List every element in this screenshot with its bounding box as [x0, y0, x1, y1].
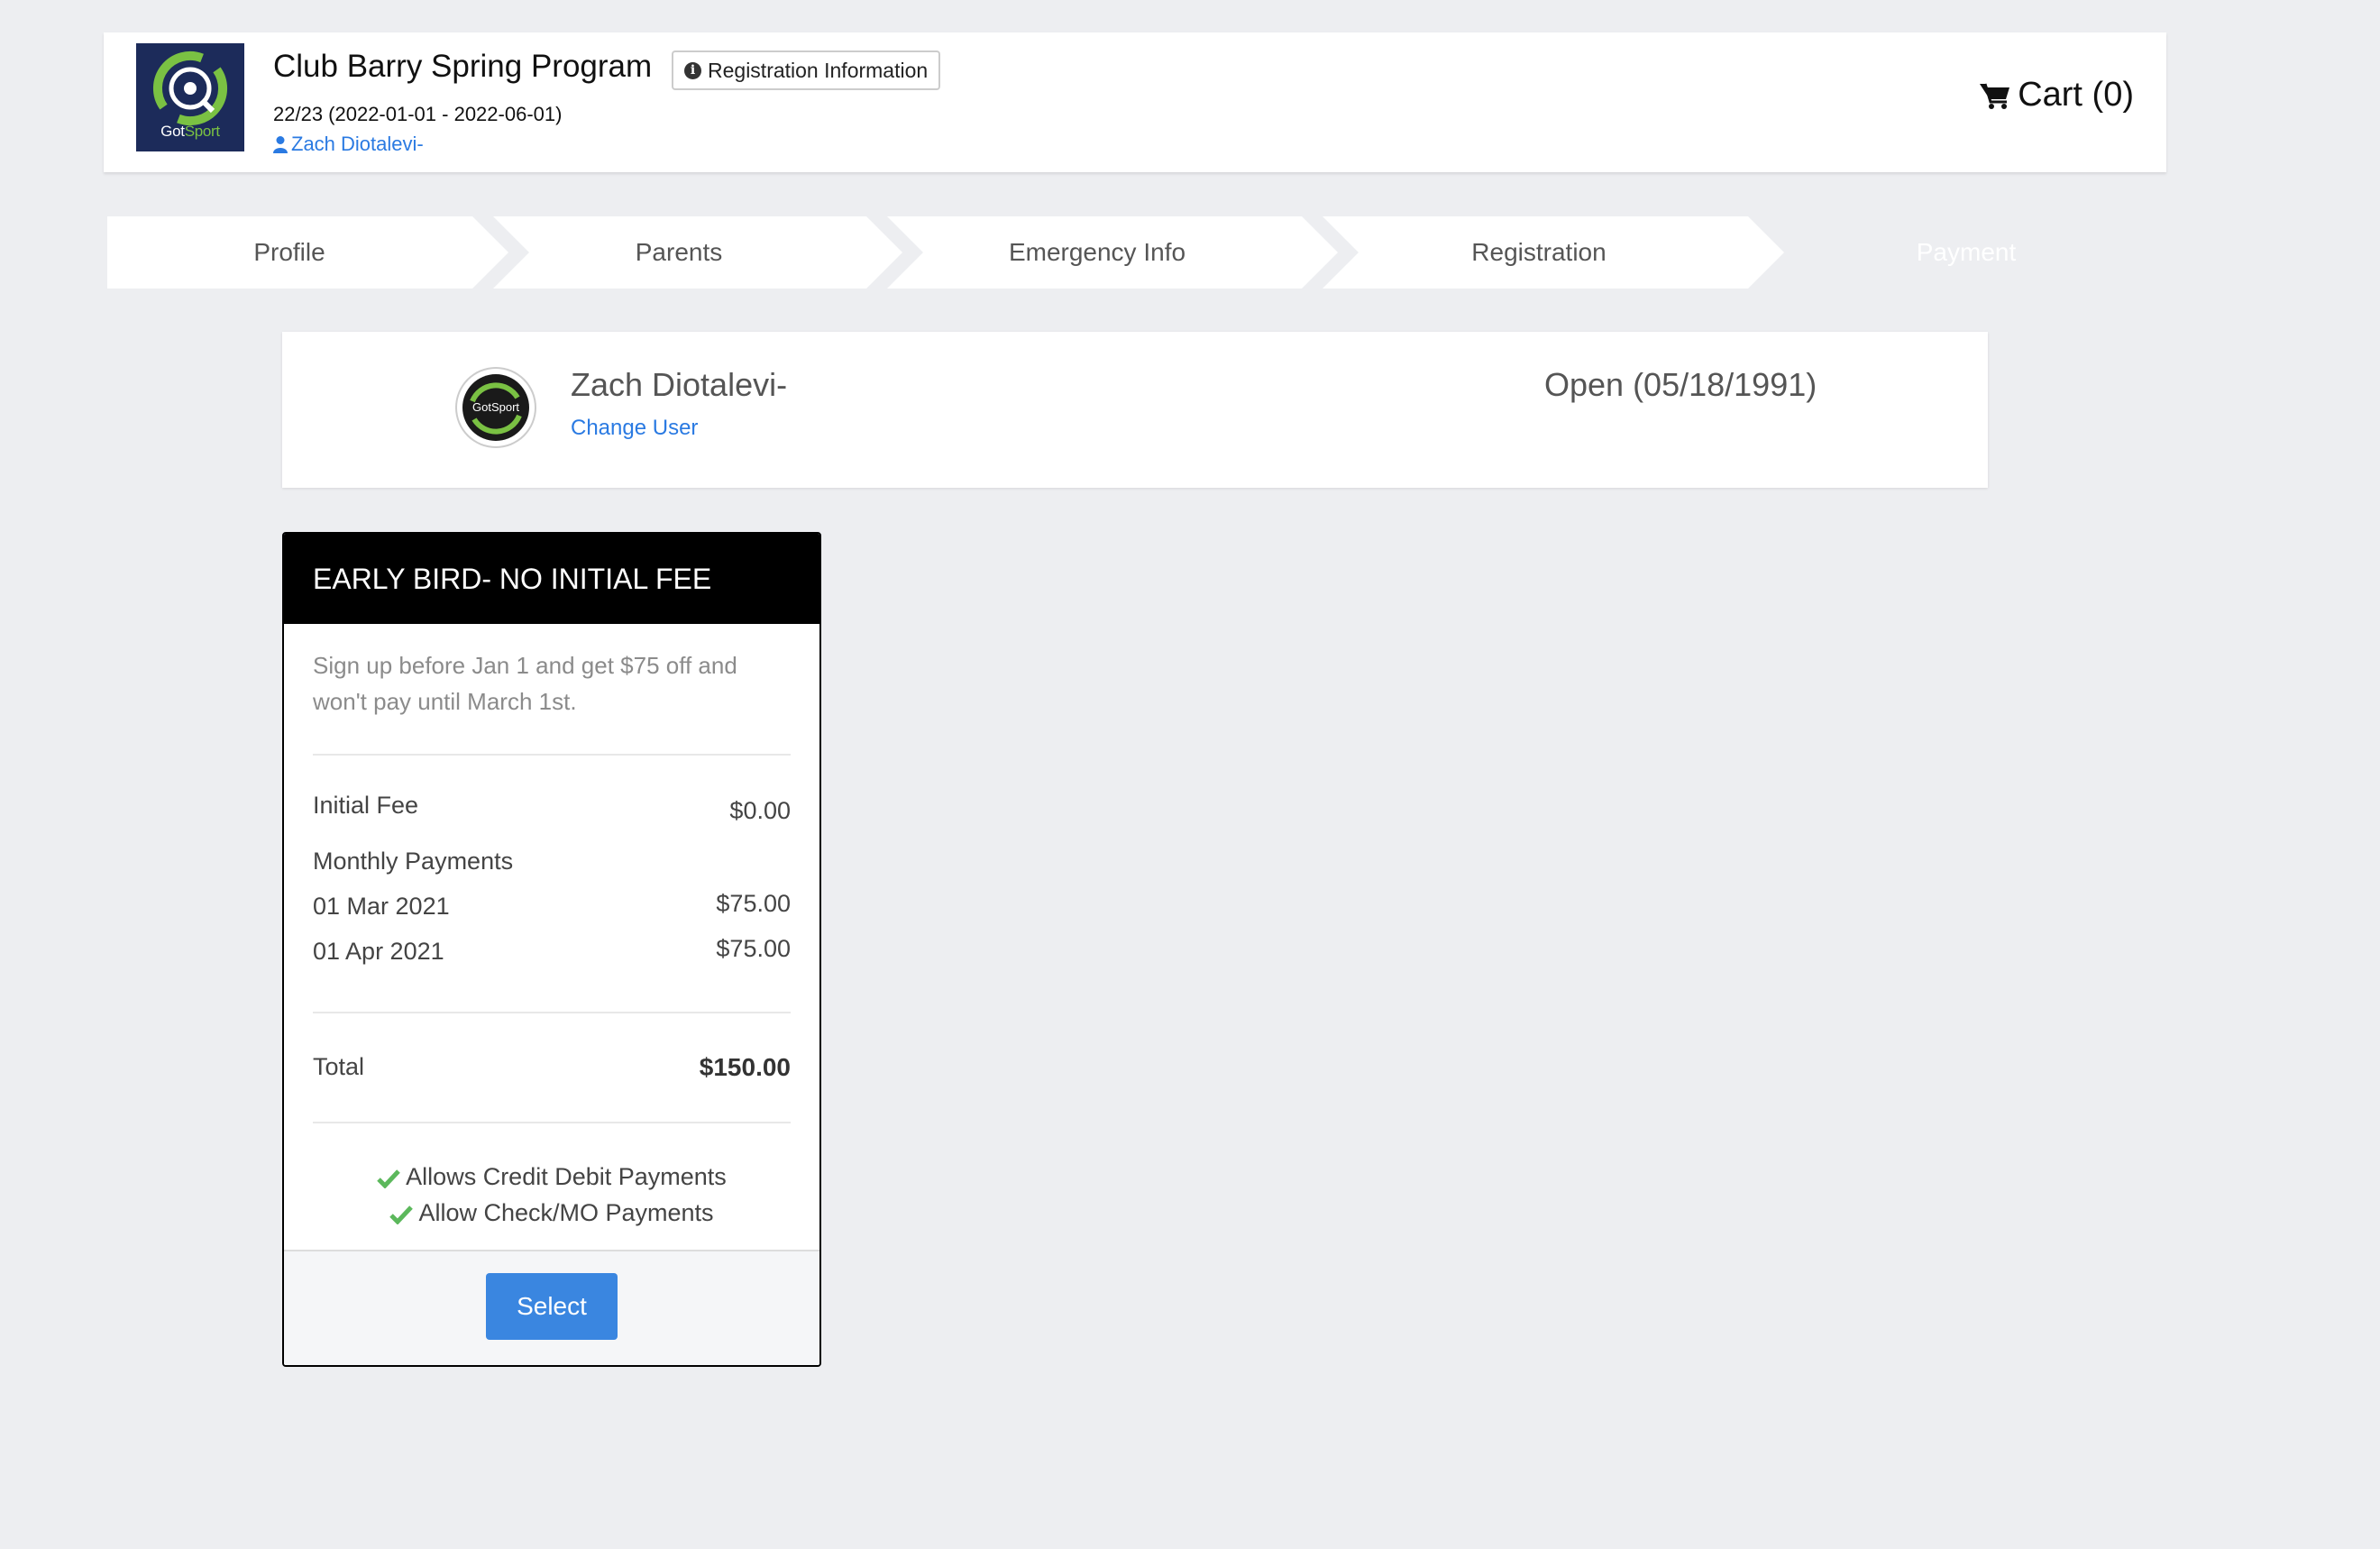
- logo-wordmark: GotSport: [160, 123, 220, 140]
- info-icon: i: [684, 61, 701, 79]
- plan-title: EARLY BIRD- NO INITIAL FEE: [284, 534, 819, 624]
- program-title: Club Barry Spring Program: [273, 49, 653, 84]
- initial-fee-value: $0.00: [729, 797, 791, 824]
- gotsport-logo: GotSport: [136, 43, 244, 151]
- step-parents[interactable]: Parents: [636, 216, 723, 289]
- divider: [313, 754, 791, 756]
- payment-amount: $75.00: [716, 935, 791, 962]
- payment-amount: $75.00: [716, 890, 791, 917]
- gotsport-avatar-icon: GotSport: [462, 374, 529, 441]
- step-registration[interactable]: Registration: [1471, 216, 1606, 289]
- step-profile[interactable]: Profile: [253, 216, 325, 289]
- shopping-cart-icon: [1980, 83, 2010, 109]
- payment-date: 01 Mar 2021: [313, 893, 450, 920]
- step-payment[interactable]: Payment: [1917, 216, 2017, 289]
- season-dates: 22/23 (2022-01-01 - 2022-06-01): [273, 103, 563, 125]
- payment-option-check: Allow Check/MO Payments: [284, 1199, 819, 1227]
- step-emergency-info[interactable]: Emergency Info: [1009, 216, 1185, 289]
- total-value: $150.00: [699, 1053, 791, 1081]
- initial-fee-label: Initial Fee: [313, 792, 419, 819]
- payment-date: 01 Apr 2021: [313, 938, 444, 965]
- checkmark-icon: [377, 1169, 400, 1189]
- avatar-text: GotSport: [472, 400, 519, 414]
- selected-user-card: GotSport Zach Diotalevi- Change User Ope…: [282, 332, 1988, 488]
- plan-description: Sign up before Jan 1 and get $75 off and…: [313, 652, 737, 715]
- avatar: GotSport: [457, 369, 535, 446]
- registration-header: GotSport Club Barry Spring Program i Reg…: [104, 32, 2166, 172]
- user-status: Open (05/18/1991): [1544, 366, 1817, 403]
- select-plan-button[interactable]: Select: [486, 1273, 618, 1340]
- header-user-link[interactable]: Zach Diotalevi-: [273, 133, 424, 156]
- change-user-link[interactable]: Change User: [571, 416, 698, 441]
- cart-button[interactable]: Cart (0): [1980, 76, 2134, 115]
- payment-plan-card: EARLY BIRD- NO INITIAL FEE Sign up befor…: [282, 532, 821, 1367]
- user-name: Zach Diotalevi-: [571, 366, 788, 403]
- registration-information-button[interactable]: i Registration Information: [672, 50, 941, 90]
- divider: [313, 1122, 791, 1123]
- plan-footer: Select: [284, 1250, 819, 1365]
- payment-option-credit: Allows Credit Debit Payments: [284, 1163, 819, 1191]
- monthly-payments-label: Monthly Payments: [313, 848, 514, 875]
- divider: [313, 1012, 791, 1013]
- user-icon: [273, 136, 288, 153]
- checkmark-icon: [389, 1205, 414, 1225]
- registration-steps: Profile Parents Emergency Info Registrat…: [107, 216, 2163, 289]
- total-label: Total: [313, 1053, 365, 1080]
